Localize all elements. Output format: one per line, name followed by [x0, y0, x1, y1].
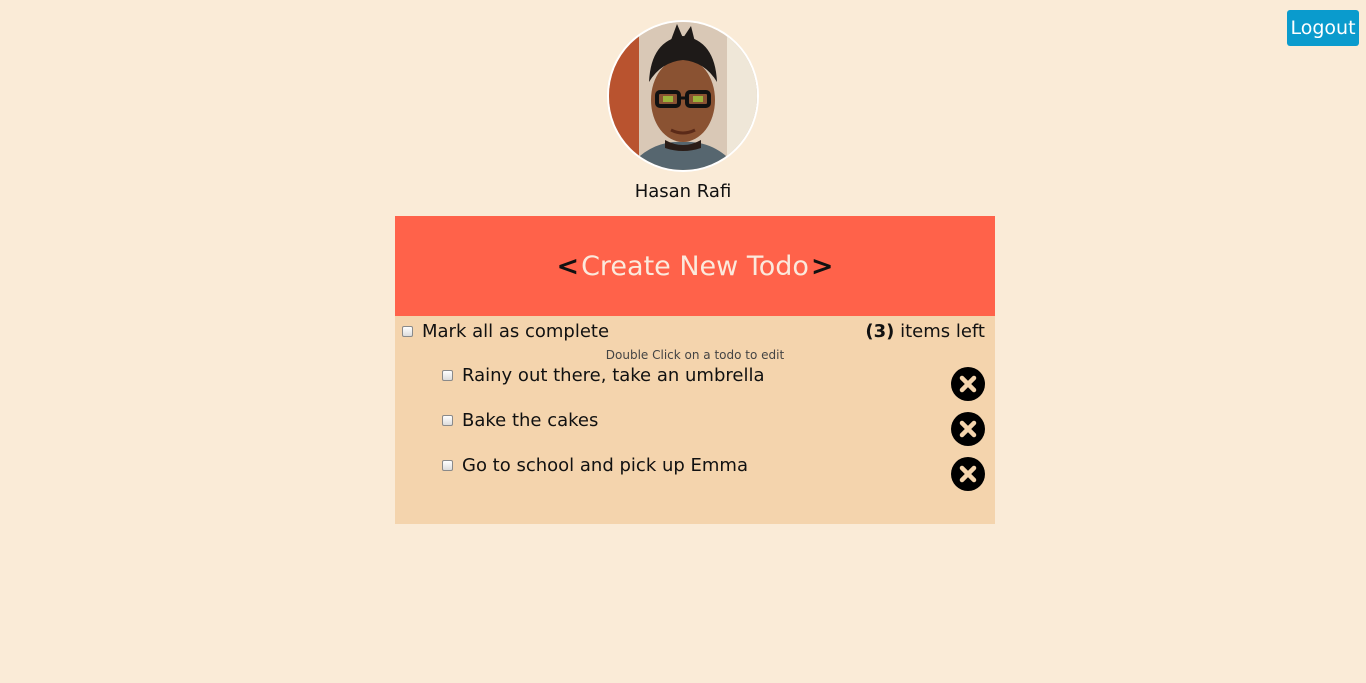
- close-icon: [959, 375, 977, 393]
- todo-text[interactable]: Go to school and pick up Emma: [462, 455, 748, 476]
- user-name: Hasan Rafi: [634, 181, 732, 202]
- close-icon: [959, 420, 977, 438]
- controls-row: Mark all as complete (3) items left: [395, 316, 995, 346]
- todo-item[interactable]: Go to school and pick up Emma: [395, 454, 995, 499]
- items-left-count: (3): [865, 321, 895, 342]
- delete-todo-button[interactable]: [951, 412, 985, 446]
- delete-todo-button[interactable]: [951, 457, 985, 491]
- todo-list: Rainy out there, take an umbrella Bake t…: [395, 364, 995, 499]
- avatar: [607, 20, 759, 172]
- todo-item-main: Rainy out there, take an umbrella: [442, 364, 765, 386]
- todo-panel: < Create New Todo > Mark all as complete…: [395, 216, 995, 524]
- todo-item-main: Bake the cakes: [442, 409, 598, 431]
- todo-text[interactable]: Rainy out there, take an umbrella: [462, 365, 765, 386]
- mark-all: Mark all as complete: [402, 321, 609, 342]
- create-todo-button[interactable]: < Create New Todo >: [395, 216, 995, 316]
- items-left-counter: (3) items left: [865, 321, 985, 342]
- todo-checkbox[interactable]: [442, 414, 453, 426]
- todo-item[interactable]: Rainy out there, take an umbrella: [395, 364, 995, 409]
- mark-all-checkbox[interactable]: [402, 326, 413, 337]
- mark-all-label: Mark all as complete: [422, 321, 610, 342]
- profile-section: Hasan Rafi: [0, 20, 1366, 204]
- create-todo-label: Create New Todo: [581, 250, 809, 282]
- todo-item-main: Go to school and pick up Emma: [442, 454, 748, 476]
- close-bracket: >: [810, 250, 834, 282]
- user-photo-icon: [609, 22, 757, 170]
- todo-checkbox[interactable]: [442, 369, 453, 381]
- todo-checkbox[interactable]: [442, 459, 453, 471]
- close-icon: [959, 465, 977, 483]
- todo-text[interactable]: Bake the cakes: [462, 410, 598, 431]
- open-bracket: <: [556, 250, 580, 282]
- delete-todo-button[interactable]: [951, 367, 985, 401]
- todo-item[interactable]: Bake the cakes: [395, 409, 995, 454]
- edit-hint: Double Click on a todo to edit: [605, 348, 785, 362]
- items-left-label: items left: [894, 321, 985, 342]
